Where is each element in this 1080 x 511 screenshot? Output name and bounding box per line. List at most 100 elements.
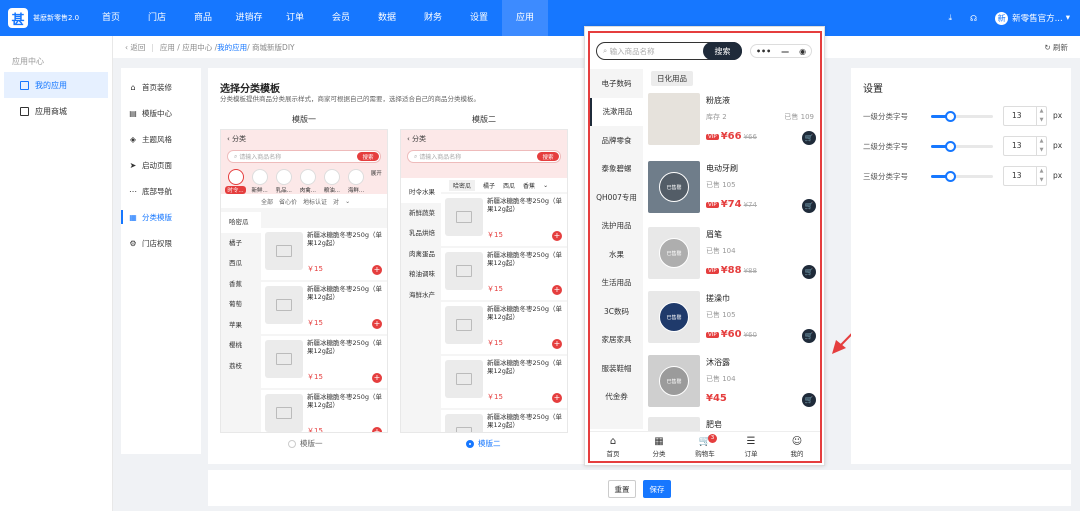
phone-sub-tag[interactable]: 日化用品 [651, 71, 693, 86]
nav-home[interactable]: 首页 [88, 0, 134, 36]
grid-icon: ▦ [129, 212, 137, 222]
slider-handle[interactable] [944, 141, 956, 152]
tab-home[interactable]: ⌂ 首页 [590, 432, 636, 461]
font-size-slider[interactable] [931, 141, 993, 152]
nav-orders[interactable]: 订单 [272, 0, 318, 36]
app-logo[interactable]: 甚 甚麽新零售2.0 [0, 8, 88, 28]
menu-label: 分类模版 [142, 212, 172, 222]
menu-template-center[interactable]: ▤ 模版中心 [121, 100, 201, 126]
headset-icon[interactable]: ☊ [970, 14, 977, 23]
nav-members[interactable]: 会员 [318, 0, 364, 36]
more-icon[interactable]: ••• [756, 47, 771, 56]
nav-inventory[interactable]: 进销存 [226, 0, 272, 36]
cart-icon[interactable]: 🛒 [802, 393, 816, 407]
filter-chip: 地标认证 [303, 198, 328, 206]
phone-category-item[interactable]: 泰象碧螺 [590, 155, 643, 184]
menu-bottom-nav[interactable]: ⋯ 底部导航 [121, 178, 201, 204]
back-link[interactable]: 返回 [130, 42, 145, 53]
menu-category-template[interactable]: ▦ 分类模版 [121, 204, 201, 230]
phone-category-item[interactable]: 家居家具 [590, 326, 643, 355]
tpl-product: 新疆冰糖脆冬枣250g（单果12g起） ￥15 + [261, 336, 387, 388]
phone-product[interactable]: 已售罄 电动牙刷 已售 105 VIP ¥74 ¥74 🛒 [648, 161, 820, 225]
product-name: 搓澡巾 [706, 294, 730, 303]
slider-handle[interactable] [944, 171, 956, 182]
phone-category-item[interactable]: 生活用品 [590, 269, 643, 298]
user-menu[interactable]: 新 新零售官方... ▾ [995, 11, 1070, 25]
template-panel: 选择分类模板 分类模板提供商品分类展示样式，商家可根据自己的需要，选择适合自己的… [208, 68, 584, 464]
nav-data[interactable]: 数据 [364, 0, 410, 36]
cart-icon[interactable]: 🛒 [802, 131, 816, 145]
phone-product[interactable]: 已售罄 搓澡巾 已售 105 VIP ¥60 ¥60 🛒 [648, 291, 820, 355]
phone-search-input[interactable]: ⌕ 输入商品名称 搜索 [596, 42, 742, 60]
font-size-slider[interactable] [931, 111, 993, 122]
setting-row-level2: 二级分类字号 13 ▲ ▼ px [863, 136, 1063, 156]
product-price: ￥15 [487, 231, 503, 239]
sidebar-item-app-store[interactable]: 应用商城 [4, 98, 108, 124]
product-price: ¥45 [706, 393, 727, 404]
close-icon[interactable]: ◉ [799, 47, 806, 56]
stepper-icon[interactable]: ▲ ▼ [1036, 107, 1046, 125]
tab-cart[interactable]: 🛒 购物车 3 [682, 432, 728, 461]
stepper-icon[interactable]: ▲ ▼ [1036, 137, 1046, 155]
menu-label: 启动页面 [142, 160, 172, 170]
template-2-radio[interactable]: 模版二 [466, 438, 501, 449]
product-price: ¥66 [720, 131, 742, 142]
font-size-input[interactable]: 13 ▲ ▼ [1003, 106, 1047, 126]
nav-finance[interactable]: 财务 [410, 0, 456, 36]
nav-store[interactable]: 门店 [134, 0, 180, 36]
radio-label: 模版二 [478, 439, 501, 448]
slider-handle[interactable] [944, 111, 956, 122]
tab-mine[interactable]: ☺ 我的 [774, 432, 820, 461]
tpl-left-item: 樱桃 [229, 341, 242, 349]
phone-category-item[interactable]: 电子数码 [590, 69, 643, 98]
menu-store-permission[interactable]: ⚙ 门店权限 [121, 230, 201, 256]
cart-icon[interactable]: 🛒 [802, 329, 816, 343]
font-size-input[interactable]: 13 ▲ ▼ [1003, 136, 1047, 156]
menu-launch-page[interactable]: ➤ 启动页面 [121, 152, 201, 178]
font-size-slider[interactable] [931, 171, 993, 182]
phone-product[interactable]: 已售罄 沐浴露 已售 104 ¥45 🛒 [648, 355, 820, 419]
cart-icon[interactable]: 🛒 [802, 265, 816, 279]
download-icon[interactable]: ⤓ [948, 13, 952, 23]
phone-category-item[interactable]: 水果 [590, 240, 643, 269]
refresh-button[interactable]: ↻ 刷新 [1044, 42, 1068, 53]
nav-goods[interactable]: 商品 [180, 0, 226, 36]
nav-apps[interactable]: 应用 [502, 0, 548, 36]
phone-category-item[interactable]: 洗护用品 [590, 212, 643, 241]
phone-search-button[interactable]: 搜索 [703, 42, 742, 60]
menu-theme[interactable]: ◈ 主题风格 [121, 126, 201, 152]
setting-label: 二级分类字号 [863, 142, 908, 151]
template-2-preview[interactable]: ‹ 分类 ⌕ 请输入商品名称 搜索 哈密瓜 橘子 西瓜 香蕉 ⌄ 时令水果 新鲜蔬… [400, 129, 568, 433]
breadcrumb-path[interactable]: 应用 / 应用中心 / [160, 42, 217, 53]
menu-home-decor[interactable]: ⌂ 首页装修 [121, 74, 201, 100]
tab-category[interactable]: ▦ 分类 [636, 432, 682, 461]
unit-label: px [1053, 171, 1063, 180]
phone-category-item[interactable]: 洗漱用品 [590, 97, 643, 126]
setting-label: 三级分类字号 [863, 172, 908, 181]
phone-product[interactable]: 粉底液 库存 2 已售 109 VIP ¥66 ¥66 🛒 [648, 93, 820, 157]
breadcrumb-current[interactable]: 我的应用 [217, 42, 247, 53]
tab-label: 首页 [606, 449, 620, 458]
sidebar-item-my-apps[interactable]: 我的应用 [4, 72, 108, 98]
cart-icon[interactable]: 🛒 [802, 199, 816, 213]
phone-category-item[interactable]: 3C数码 [590, 297, 643, 326]
reset-button[interactable]: 重置 [608, 480, 636, 498]
template-1-preview[interactable]: ‹ 分类 ⌕ 请输入商品名称 搜索 时令... 新鲜... 乳品... 肉禽...… [220, 129, 388, 433]
phone-category-item[interactable]: 代金券 [590, 383, 643, 412]
menu-label: 门店权限 [142, 238, 172, 248]
stepper-icon[interactable]: ▲ ▼ [1036, 167, 1046, 185]
phone-product[interactable]: 已售罄 眉笔 已售 104 VIP ¥88 ¥88 🛒 [648, 227, 820, 291]
minimize-icon[interactable]: — [781, 47, 789, 56]
category-icon [275, 169, 292, 185]
tab-orders[interactable]: ☰ 订单 [728, 432, 774, 461]
product-price: ￥15 [307, 265, 323, 273]
nav-settings[interactable]: 设置 [456, 0, 502, 36]
phone-category-item[interactable]: QH007专用 [590, 183, 643, 212]
save-button[interactable]: 保存 [643, 480, 671, 498]
phone-category-item[interactable]: 品牌零食 [590, 126, 643, 155]
template-1-radio[interactable]: 模版一 [288, 438, 323, 449]
tpl-left-item: 时令水果 [401, 182, 441, 203]
font-size-input[interactable]: 13 ▲ ▼ [1003, 166, 1047, 186]
phone-category-item[interactable]: 服装鞋帽 [590, 354, 643, 383]
image-placeholder-icon [445, 360, 483, 398]
